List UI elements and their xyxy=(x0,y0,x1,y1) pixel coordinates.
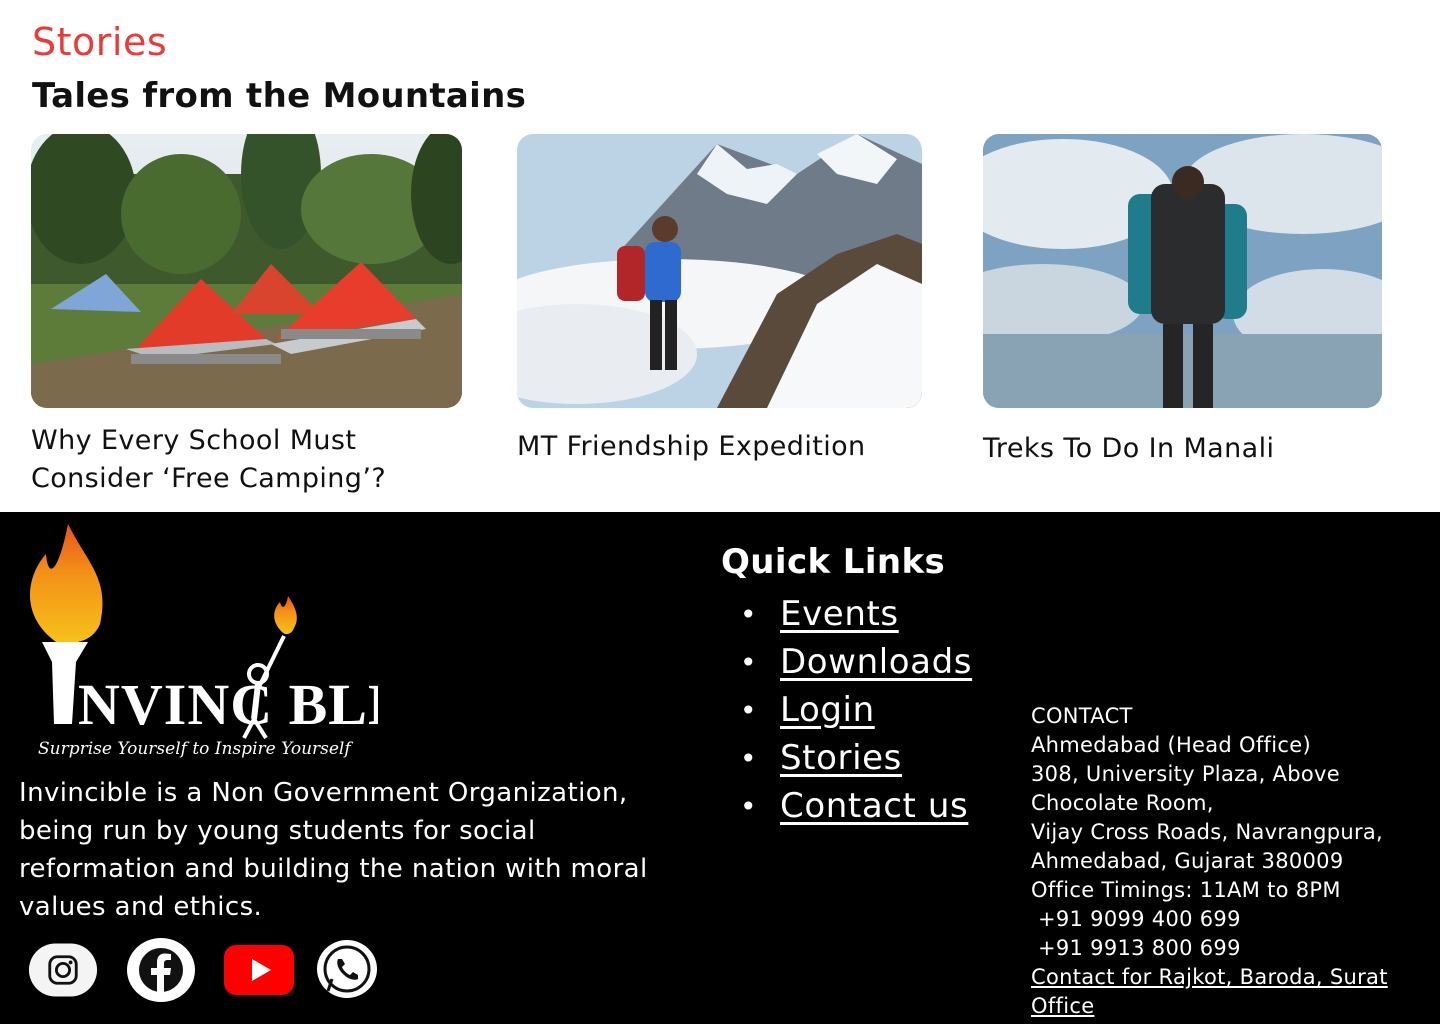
contact-office: Ahmedabad (Head Office) xyxy=(1031,733,1311,757)
quick-link-login[interactable]: Login xyxy=(780,690,875,730)
mountain-hiker-photo[interactable] xyxy=(517,134,922,408)
story-card-free-camping[interactable]: Why Every School Must Consider ‘Free Cam… xyxy=(31,134,462,498)
whatsapp-button[interactable] xyxy=(312,940,382,1000)
logo-tagline: Surprise Yourself to Inspire Yourself xyxy=(38,739,353,759)
contact-address-2: Vijay Cross Roads, Navrangpura, Ahmedaba… xyxy=(1031,820,1384,873)
contact-address-1: 308, University Plaza, Above Chocolate R… xyxy=(1031,762,1340,815)
instagram-button[interactable] xyxy=(28,940,98,1000)
story-card-title[interactable]: Why Every School Must Consider ‘Free Cam… xyxy=(31,422,411,498)
story-card-title[interactable]: MT Friendship Expedition xyxy=(517,428,922,466)
backpacker-clouds-photo[interactable] xyxy=(983,134,1382,408)
bullet: • xyxy=(740,693,757,727)
facebook-button[interactable] xyxy=(126,938,196,1002)
instagram-icon xyxy=(28,943,98,997)
contact-phone-2[interactable]: +91 9913 800 699 xyxy=(1031,934,1436,963)
quick-link-item: • Stories xyxy=(740,734,972,782)
contact-block: CONTACT Ahmedabad (Head Office) 308, Uni… xyxy=(1031,702,1436,1021)
camping-tents-photo[interactable] xyxy=(31,134,462,408)
quick-links-title: Quick Links xyxy=(721,542,946,582)
other-offices-link[interactable]: Contact for Rajkot, Baroda, Surat Office xyxy=(1031,965,1388,1018)
invincible-logo[interactable]: NVINC BLE Surprise Yourself to Inspire Y… xyxy=(18,524,407,760)
story-card-mt-friendship[interactable]: MT Friendship Expedition xyxy=(517,134,922,466)
quick-link-item: • Events xyxy=(740,590,972,638)
quick-links-list: • Events • Downloads • Login • Stories • Cont… xyxy=(740,590,972,830)
youtube-icon xyxy=(224,945,294,995)
quick-link-item: • Downloads xyxy=(740,638,972,686)
whatsapp-icon xyxy=(317,940,377,998)
about-text: Invincible is a Non Government Organizat… xyxy=(19,778,648,922)
quick-link-events[interactable]: Events xyxy=(780,594,899,634)
section-title: Tales from the Mountains xyxy=(32,76,527,116)
quick-link-item: • Login xyxy=(740,686,972,734)
quick-link-item: • Contact us xyxy=(740,782,972,830)
youtube-button[interactable] xyxy=(224,940,294,1000)
story-card-title[interactable]: Treks To Do In Manali xyxy=(983,430,1382,468)
facebook-icon xyxy=(127,938,195,1002)
quick-link-contact-us[interactable]: Contact us xyxy=(780,786,968,826)
story-card-manali[interactable]: Treks To Do In Manali xyxy=(983,134,1382,468)
contact-phone-1[interactable]: +91 9099 400 699 xyxy=(1031,905,1436,934)
section-kicker: Stories xyxy=(32,20,168,64)
quick-link-downloads[interactable]: Downloads xyxy=(780,642,972,682)
stories-section: Stories Tales from the Mountains Why Eve… xyxy=(0,0,1440,512)
contact-heading: CONTACT xyxy=(1031,704,1133,728)
logo-wordmark: NVINC BLE xyxy=(78,672,378,737)
quick-link-stories[interactable]: Stories xyxy=(780,738,902,778)
contact-timings: Office Timings: 11AM to 8PM xyxy=(1031,878,1341,902)
site-footer: NVINC BLE Surprise Yourself to Inspire Y… xyxy=(0,512,1440,1024)
bullet: • xyxy=(740,597,757,631)
bullet: • xyxy=(740,789,757,823)
bullet: • xyxy=(740,645,757,679)
bullet: • xyxy=(740,741,757,775)
